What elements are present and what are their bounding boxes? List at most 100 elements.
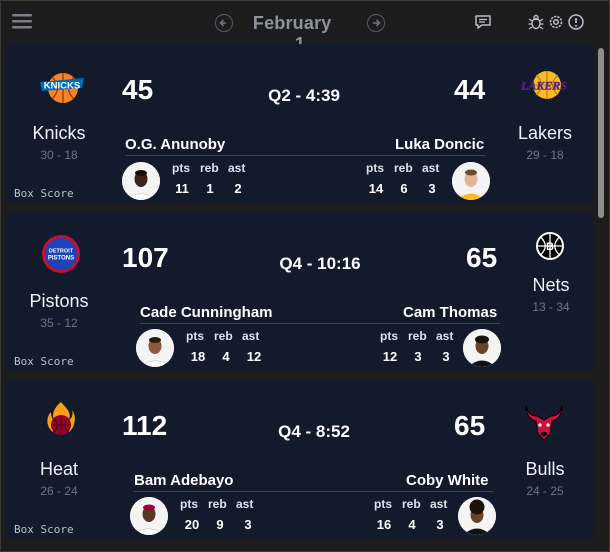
stat-label-pts: pts [180,497,198,511]
away-leader-name[interactable]: Luka Doncic [395,136,484,153]
stat-reb: 3 [414,349,422,364]
stat-pts: 20 [184,517,200,532]
stat-pts: 16 [376,517,392,532]
stat-label-ast: ast [436,329,454,343]
player-headshot [130,497,168,535]
stat-ast: 3 [442,349,450,364]
stat-label-pts: pts [186,329,204,343]
settings-icon[interactable] [547,13,565,31]
away-team-record: 24 - 25 [526,484,564,498]
stat-reb: 4 [408,517,416,532]
svg-text:B: B [546,241,554,253]
game-card[interactable]: KNICKS Knicks 30 - 18 45 Q2 - 4:39 44 LA… [6,44,594,204]
game-card[interactable]: Heat 26 - 24 112 Q4 - 8:52 65 Bulls 24 -… [6,380,594,540]
home-leader-name[interactable]: O.G. Anunoby [125,136,225,153]
game-status: Q4 - 8:52 [278,422,350,441]
stat-pts: 18 [190,349,206,364]
knicks-logo: KNICKS [40,73,84,103]
stat-label-ast: ast [422,161,440,175]
away-score: 65 [454,410,486,441]
stat-label-pts: pts [374,497,392,511]
player-headshot [463,329,501,367]
away-leader-name[interactable]: Coby White [406,472,489,489]
away-team-record: 13 - 34 [532,300,570,314]
info-icon[interactable] [567,13,585,31]
stat-label-reb: reb [208,497,227,511]
heat-logo [47,402,75,435]
home-team-name: Heat [39,459,79,479]
stat-pts: 11 [175,181,189,196]
arrow-left-icon [219,19,226,27]
stat-label-pts: pts [366,161,384,175]
home-team-record: 30 - 18 [40,148,78,162]
stat-label-reb: reb [214,329,233,343]
stat-ast: 3 [244,517,252,532]
stat-label-ast: ast [242,329,260,343]
arrow-right-icon [373,19,381,27]
stat-reb: 1 [206,181,214,196]
scrollbar-thumb[interactable] [598,48,604,218]
home-score: 107 [122,242,169,273]
divider [140,323,500,324]
top-bar: February 1 [0,0,610,54]
stat-pts: 12 [382,349,398,364]
away-team-record: 29 - 18 [526,148,564,162]
bug-icon[interactable] [527,13,545,31]
home-leader-name[interactable]: Cade Cunningham [140,304,273,321]
box-score-link[interactable]: Box Score [14,523,74,536]
stat-label-pts: pts [380,329,398,343]
lakers-wordmark: LAKERS [520,79,567,93]
player-headshot [458,497,496,535]
next-day-button[interactable] [367,14,385,32]
pistons-wordmark: DETROIT [49,249,74,255]
away-team-name: Lakers [517,123,573,143]
nets-logo: B [536,232,564,260]
game-card[interactable]: DETROIT PISTONS Pistons 35 - 12 107 Q4 -… [6,212,594,372]
pistons-wordmark: PISTONS [48,256,74,262]
divider [126,155,486,156]
stat-ast: 3 [428,181,436,196]
home-team-name: Knicks [32,123,86,143]
stat-ast: 3 [436,517,444,532]
home-team-name: Pistons [29,291,89,311]
home-score: 112 [122,410,168,441]
stat-label-reb: reb [200,161,219,175]
stat-label-ast: ast [430,497,448,511]
away-score: 44 [454,74,486,105]
stat-reb: 6 [400,181,408,196]
stat-label-ast: ast [236,497,254,511]
stat-reb: 9 [216,517,224,532]
stat-label-reb: reb [402,497,421,511]
bulls-logo [525,405,563,441]
prev-day-button[interactable] [215,14,233,32]
game-status: Q4 - 10:16 [279,254,361,273]
lakers-logo: LAKERS [520,71,568,99]
scrollbar[interactable] [597,40,605,546]
away-team-name: Bulls [525,459,565,479]
date-month: February [252,13,332,33]
stat-label-reb: reb [408,329,427,343]
box-score-link[interactable]: Box Score [14,355,74,368]
game-status: Q2 - 4:39 [268,86,340,105]
away-leader-name[interactable]: Cam Thomas [403,304,497,321]
stat-ast: 12 [246,349,262,364]
home-leader-name[interactable]: Bam Adebayo [134,472,233,489]
stat-label-reb: reb [394,161,413,175]
menu-icon[interactable] [12,13,32,31]
player-headshot [136,329,174,367]
box-score-link[interactable]: Box Score [14,187,74,200]
away-team-name: Nets [532,275,570,295]
stat-ast: 2 [234,181,242,196]
knicks-wordmark: KNICKS [44,81,80,92]
stat-label-ast: ast [228,161,246,175]
home-team-record: 35 - 12 [40,316,78,330]
stat-pts: 14 [368,181,384,196]
chat-icon[interactable] [474,13,492,31]
divider [134,491,494,492]
home-team-record: 26 - 24 [40,484,78,498]
pistons-logo: DETROIT PISTONS [42,235,80,273]
player-headshot [452,162,490,200]
away-score: 65 [466,242,498,273]
stat-label-pts: pts [172,161,190,175]
stat-reb: 4 [222,349,230,364]
